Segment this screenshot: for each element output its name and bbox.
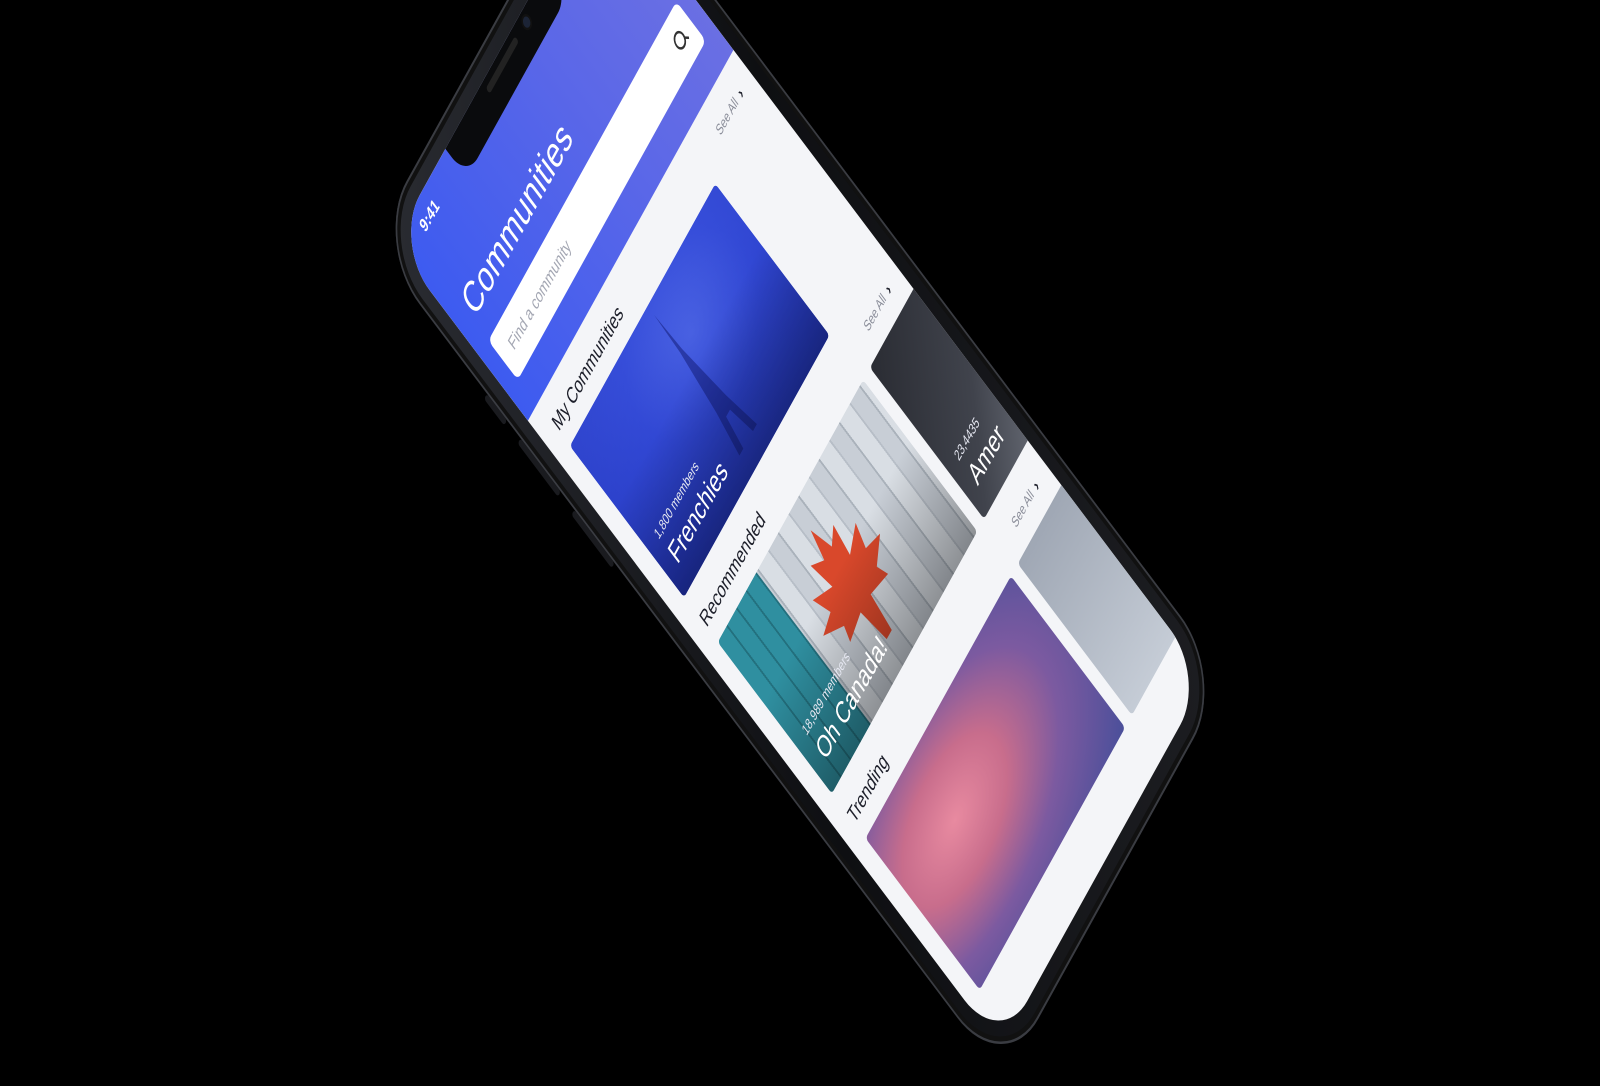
status-time: 9:41 <box>416 195 443 237</box>
stage: 9:41 ▮▮▮ ◠ ▽ Communities <box>0 0 1600 1081</box>
front-camera <box>521 14 532 31</box>
screen: 9:41 ▮▮▮ ◠ ▽ Communities <box>393 0 1207 1049</box>
phone: 9:41 ▮▮▮ ◠ ▽ Communities <box>372 0 1228 1081</box>
